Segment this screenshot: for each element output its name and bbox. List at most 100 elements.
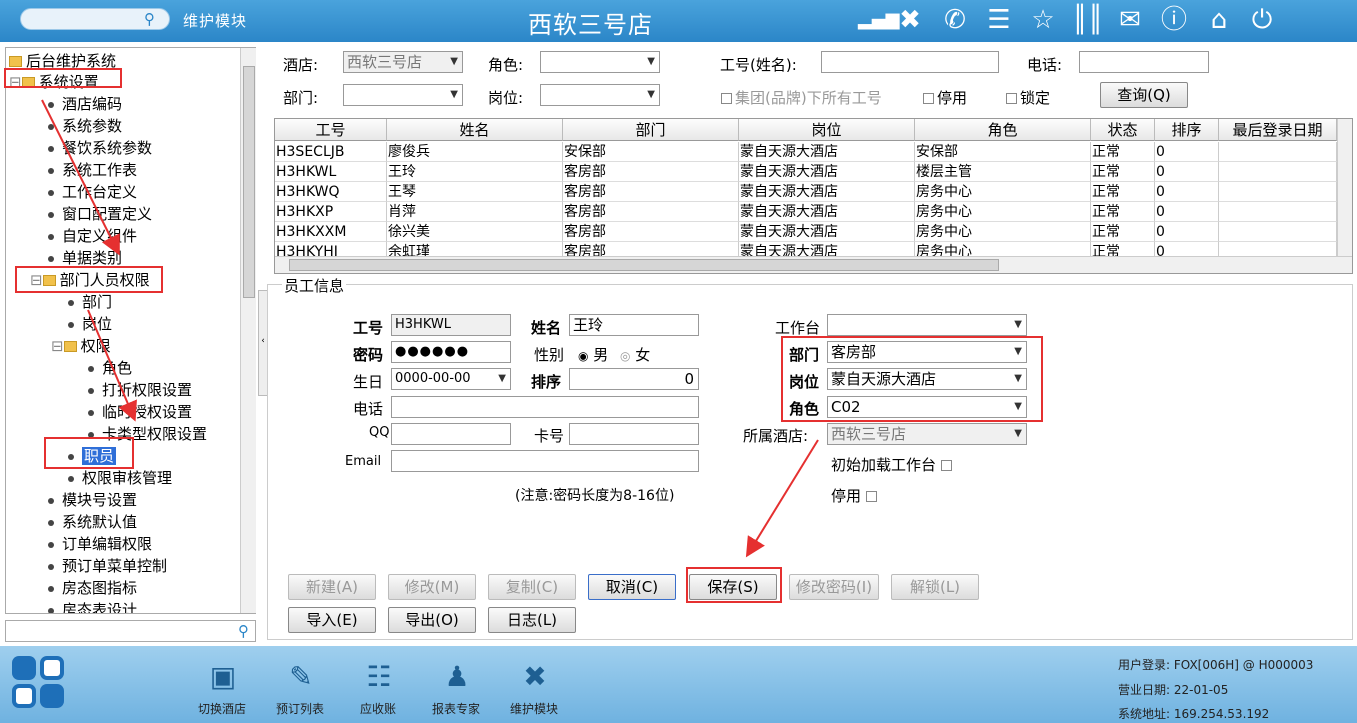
nav-receivable[interactable]: 应收账 xyxy=(360,700,396,717)
table-cell[interactable] xyxy=(1219,142,1337,162)
table-cell[interactable]: 客房部 xyxy=(563,162,739,182)
table-cell[interactable] xyxy=(1219,182,1337,202)
column-header[interactable]: 最后登录日期 xyxy=(1219,119,1337,141)
switch-hotel-icon[interactable]: ▣ xyxy=(206,660,240,694)
table-cell[interactable]: 正常 xyxy=(1091,162,1155,182)
table-cell[interactable]: H3HKWQ xyxy=(275,182,387,202)
table-cell[interactable]: 客房部 xyxy=(563,222,739,242)
filter-role-select[interactable]: ▼ xyxy=(540,51,660,73)
query-button[interactable]: 查询(Q) xyxy=(1100,82,1188,108)
log-button[interactable]: 日志(L) xyxy=(488,607,576,633)
table-cell[interactable]: 0 xyxy=(1155,222,1219,242)
filter-disabled-checkbox[interactable]: 停用 xyxy=(923,87,967,108)
unlock-button[interactable]: 解锁(L) xyxy=(891,574,979,600)
qq-field[interactable] xyxy=(391,423,511,445)
table-cell[interactable]: 肖萍 xyxy=(387,202,563,222)
table-cell[interactable]: 正常 xyxy=(1091,142,1155,162)
filter-hotel-select[interactable]: 西软三号店 ▼ xyxy=(343,51,463,73)
edit-button[interactable]: 修改(M) xyxy=(388,574,476,600)
table-cell[interactable]: 0 xyxy=(1155,202,1219,222)
app-logo-icon[interactable] xyxy=(12,656,66,710)
new-button[interactable]: 新建(A) xyxy=(288,574,376,600)
table-cell[interactable]: 王玲 xyxy=(387,162,563,182)
column-header[interactable]: 部门 xyxy=(563,119,739,141)
table-cell[interactable]: 0 xyxy=(1155,162,1219,182)
table-cell[interactable]: 安保部 xyxy=(915,142,1091,162)
table-vscrollbar[interactable] xyxy=(1337,119,1352,256)
scrollbar-thumb[interactable] xyxy=(289,259,999,271)
section-title: 员工信息 xyxy=(282,275,347,296)
table-cell[interactable]: 房务中心 xyxy=(915,222,1091,242)
nav-switch-hotel[interactable]: 切换酒店 xyxy=(198,700,246,717)
table-cell[interactable]: 徐兴美 xyxy=(387,222,563,242)
email-field[interactable] xyxy=(391,450,699,472)
filter-post-select[interactable]: ▼ xyxy=(540,84,660,106)
table-cell[interactable]: 客房部 xyxy=(563,202,739,222)
nav-report-expert[interactable]: 报表专家 xyxy=(432,700,480,717)
table-cell[interactable]: 楼层主管 xyxy=(915,162,1091,182)
name-field[interactable]: 王玲 xyxy=(569,314,699,336)
nav-maintenance[interactable]: 维护模块 xyxy=(510,700,558,717)
table-cell[interactable]: 安保部 xyxy=(563,142,739,162)
table-cell[interactable]: 蒙自天源大酒店 xyxy=(739,222,915,242)
table-cell[interactable] xyxy=(1219,162,1337,182)
filter-dept-select[interactable]: ▼ xyxy=(343,84,463,106)
table-cell[interactable]: 正常 xyxy=(1091,202,1155,222)
reservation-list-icon[interactable]: ✎ xyxy=(284,660,318,694)
maintenance-icon[interactable]: ✖ xyxy=(518,660,552,694)
hotel-select[interactable]: 西软三号店 ▼ xyxy=(827,423,1027,445)
receivable-icon[interactable]: ☷ xyxy=(362,660,396,694)
table-cell[interactable]: H3HKXXM xyxy=(275,222,387,242)
column-header[interactable]: 排序 xyxy=(1155,119,1219,141)
table-cell[interactable]: 蒙自天源大酒店 xyxy=(739,202,915,222)
gender-male-radio[interactable]: ◉ 男 xyxy=(578,344,608,365)
filter-phone-input[interactable] xyxy=(1079,51,1209,73)
table-cell[interactable]: H3SECLJB xyxy=(275,142,387,162)
card-field[interactable] xyxy=(569,423,699,445)
filter-locked-checkbox[interactable]: 锁定 xyxy=(1006,87,1050,108)
table-cell[interactable]: 廖俊兵 xyxy=(387,142,563,162)
qq-label: QQ xyxy=(369,425,390,440)
column-header[interactable]: 工号 xyxy=(275,119,387,141)
column-header[interactable]: 状态 xyxy=(1091,119,1155,141)
table-cell[interactable]: 蒙自天源大酒店 xyxy=(739,182,915,202)
sort-field[interactable]: 0 xyxy=(569,368,699,390)
report-expert-icon[interactable]: ♟ xyxy=(440,660,474,694)
table-cell[interactable] xyxy=(1219,202,1337,222)
table-cell[interactable]: 正常 xyxy=(1091,222,1155,242)
table-hscrollbar[interactable] xyxy=(275,256,1352,273)
table-cell[interactable]: 王琴 xyxy=(387,182,563,202)
table-cell[interactable] xyxy=(1219,222,1337,242)
filter-empno-input[interactable] xyxy=(821,51,999,73)
table-cell[interactable]: 房务中心 xyxy=(915,182,1091,202)
birthday-picker[interactable]: 0000-00-00 ▼ xyxy=(391,368,511,390)
table-cell[interactable]: 蒙自天源大酒店 xyxy=(739,162,915,182)
table-cell[interactable]: 房务中心 xyxy=(915,202,1091,222)
password-field[interactable]: ●●●●●● xyxy=(391,341,511,363)
import-button[interactable]: 导入(E) xyxy=(288,607,376,633)
disabled-checkbox[interactable]: 停用 xyxy=(831,485,880,506)
table-cell[interactable]: 0 xyxy=(1155,142,1219,162)
workbench-select[interactable]: ▼ xyxy=(827,314,1027,336)
copy-button[interactable]: 复制(C) xyxy=(488,574,576,600)
filter-group-checkbox[interactable]: 集团(品牌)下所有工号 xyxy=(721,87,882,108)
init-workbench-checkbox[interactable]: 初始加载工作台 xyxy=(831,454,955,475)
nav-reservation-list[interactable]: 预订列表 xyxy=(276,700,324,717)
table-cell[interactable]: 0 xyxy=(1155,182,1219,202)
employee-table: 工号 姓名 部门 岗位 角色 状态 排序 最后登录日期 H3SECLJB 廖俊兵安… xyxy=(274,118,1353,274)
table-cell[interactable]: 正常 xyxy=(1091,182,1155,202)
chevron-down-icon: ▼ xyxy=(450,56,458,67)
cancel-button[interactable]: 取消(C) xyxy=(588,574,676,600)
table-cell[interactable]: 蒙自天源大酒店 xyxy=(739,142,915,162)
gender-female-radio[interactable]: ◎ 女 xyxy=(620,344,650,365)
table-cell[interactable]: H3HKWL xyxy=(275,162,387,182)
table-cell[interactable]: H3HKXP xyxy=(275,202,387,222)
change-password-button[interactable]: 修改密码(I) xyxy=(789,574,879,600)
column-header[interactable]: 角色 xyxy=(915,119,1091,141)
column-header[interactable]: 姓名 xyxy=(387,119,563,141)
table-cell[interactable]: 客房部 xyxy=(563,182,739,202)
export-button[interactable]: 导出(O) xyxy=(388,607,476,633)
column-header[interactable]: 岗位 xyxy=(739,119,915,141)
phone-field[interactable] xyxy=(391,396,699,418)
empno-field[interactable]: H3HKWL xyxy=(391,314,511,336)
